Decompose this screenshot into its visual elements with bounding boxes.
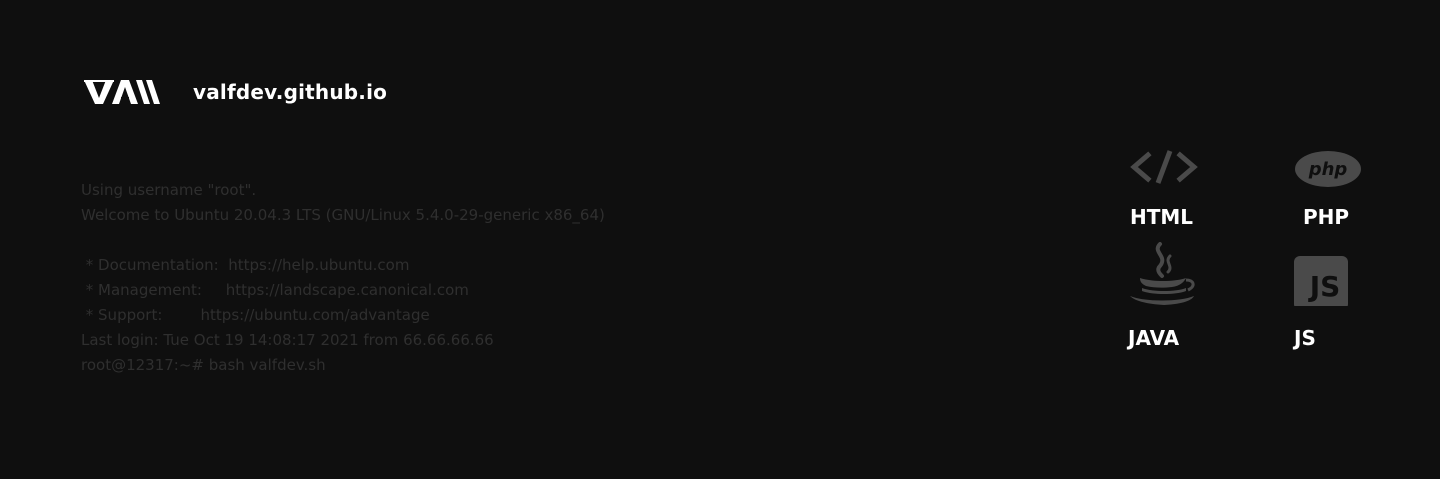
java-cup-icon (1130, 242, 1195, 305)
terminal-line: root@12317:~# bash valfdev.sh (81, 356, 326, 374)
skill-label: JS (1294, 326, 1316, 350)
valf-logo-icon[interactable] (84, 78, 160, 106)
skill-label: HTML (1130, 205, 1194, 229)
code-brackets-icon (1130, 150, 1198, 184)
js-icon: JS (1294, 256, 1348, 306)
skill-php: php PHP (1288, 145, 1368, 229)
skill-label: JAVA (1128, 326, 1180, 350)
skill-label: PHP (1303, 205, 1350, 229)
site-header: valfdev.github.io (84, 76, 387, 108)
php-icon: php (1295, 151, 1361, 187)
terminal-line: * Management: https://landscape.canonica… (81, 281, 469, 299)
terminal-line: Last login: Tue Oct 19 14:08:17 2021 fro… (81, 331, 494, 349)
terminal-line: Welcome to Ubuntu 20.04.3 LTS (GNU/Linux… (81, 206, 605, 224)
skill-java: JAVA (1124, 242, 1204, 350)
svg-text:JS: JS (1308, 270, 1341, 303)
skill-html: HTML (1124, 145, 1204, 229)
site-title[interactable]: valfdev.github.io (193, 80, 387, 104)
svg-text:php: php (1308, 159, 1348, 180)
skill-js: JS JS (1288, 250, 1368, 350)
terminal-line: * Support: https://ubuntu.com/advantage (81, 306, 430, 324)
terminal-output: Using username "root". Welcome to Ubuntu… (81, 178, 605, 378)
terminal-line: * Documentation: https://help.ubuntu.com (81, 256, 410, 274)
terminal-line: Using username "root". (81, 181, 257, 199)
